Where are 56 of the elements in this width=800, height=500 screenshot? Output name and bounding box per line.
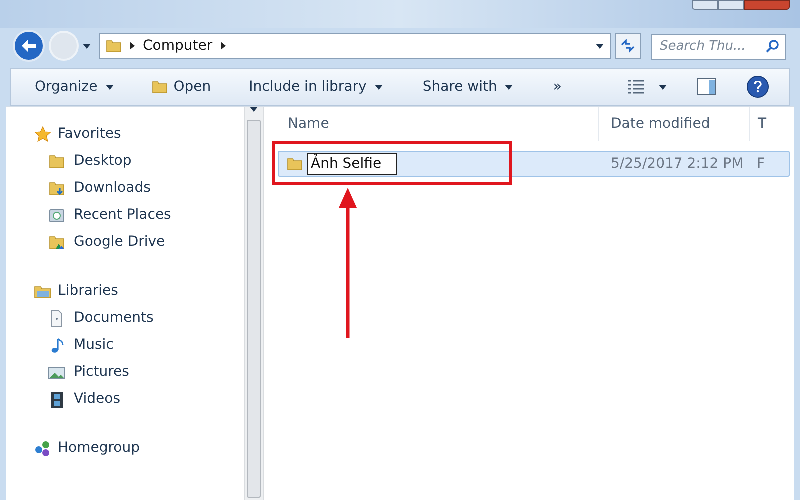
date-modified-cell-text: 5/25/2017 2:12 PM [610, 154, 745, 174]
toolbar-menu-button[interactable]: Share with [420, 73, 516, 101]
dropdown-caret-icon [374, 84, 383, 90]
folder-icon [287, 156, 303, 172]
navigation-item[interactable]: Desktop [34, 148, 244, 175]
preview-pane-icon [697, 78, 717, 96]
search-field[interactable]: Search Thu... [651, 34, 786, 60]
search-icon [766, 39, 780, 53]
breadcrumb-separator-icon [130, 42, 135, 50]
navigation-item[interactable]: Pictures [34, 359, 244, 386]
column-header[interactable]: T [750, 107, 794, 141]
list-view-icon [627, 79, 645, 95]
breadcrumb[interactable]: Computer [143, 36, 213, 56]
navigation-item[interactable]: Music [34, 332, 244, 359]
toolbar-menu-button[interactable]: Include in library [247, 73, 385, 101]
dropdown-caret-icon [505, 84, 514, 90]
back-button[interactable] [13, 30, 45, 62]
window-controls-drawing[interactable] [692, 0, 790, 10]
scrollbar[interactable] [244, 107, 264, 500]
open-folder-icon [152, 79, 168, 95]
question-mark-icon [754, 81, 762, 93]
navigation-item[interactable]: Documents [34, 305, 244, 332]
table-cell-text: F [756, 154, 766, 174]
left-arrow-icon [21, 39, 37, 53]
history-caret-icon [83, 44, 91, 48]
help-button[interactable] [747, 76, 769, 98]
column-header[interactable]: Name [278, 107, 598, 141]
folder-icon [48, 152, 66, 170]
navigation-item[interactable]: Recent Places [34, 202, 244, 229]
rename-field[interactable]: Ảnh Selfie [307, 153, 397, 175]
star-icon [34, 126, 52, 144]
column-header[interactable]: Date modified [599, 107, 749, 141]
navigation-item[interactable]: Downloads [34, 175, 244, 202]
open-button[interactable]: Open [152, 73, 212, 101]
download-folder-icon [48, 180, 66, 198]
homegroup-icon [34, 440, 52, 458]
file-row[interactable]: Ảnh Selfie 5/25/2017 2:12 PM F [278, 151, 790, 177]
refresh-arrows-icon [620, 39, 636, 53]
address-caret-icon [596, 44, 604, 48]
navigation-group[interactable]: Libraries [34, 278, 244, 305]
dropdown-caret-icon [659, 84, 667, 90]
navigation-group[interactable]: Homegroup [34, 435, 244, 462]
navigation-item[interactable]: Google Drive [34, 229, 244, 256]
film-icon [48, 390, 66, 408]
navigation-item[interactable]: Videos [34, 386, 244, 413]
address-bar[interactable]: Computer [99, 33, 611, 59]
toolbar-menu-button[interactable]: Organize [33, 73, 116, 101]
recent-places-icon [48, 206, 66, 224]
more-commands-button[interactable]: » [551, 73, 564, 101]
scrollbar-thumb[interactable] [247, 120, 261, 498]
breadcrumb-separator-icon [220, 42, 226, 50]
drive-folder-icon [48, 234, 66, 252]
refresh-button[interactable] [615, 33, 641, 59]
dropdown-caret-icon [106, 84, 114, 90]
navigation-group[interactable]: Favorites [34, 121, 244, 148]
folder-icon [106, 38, 122, 54]
